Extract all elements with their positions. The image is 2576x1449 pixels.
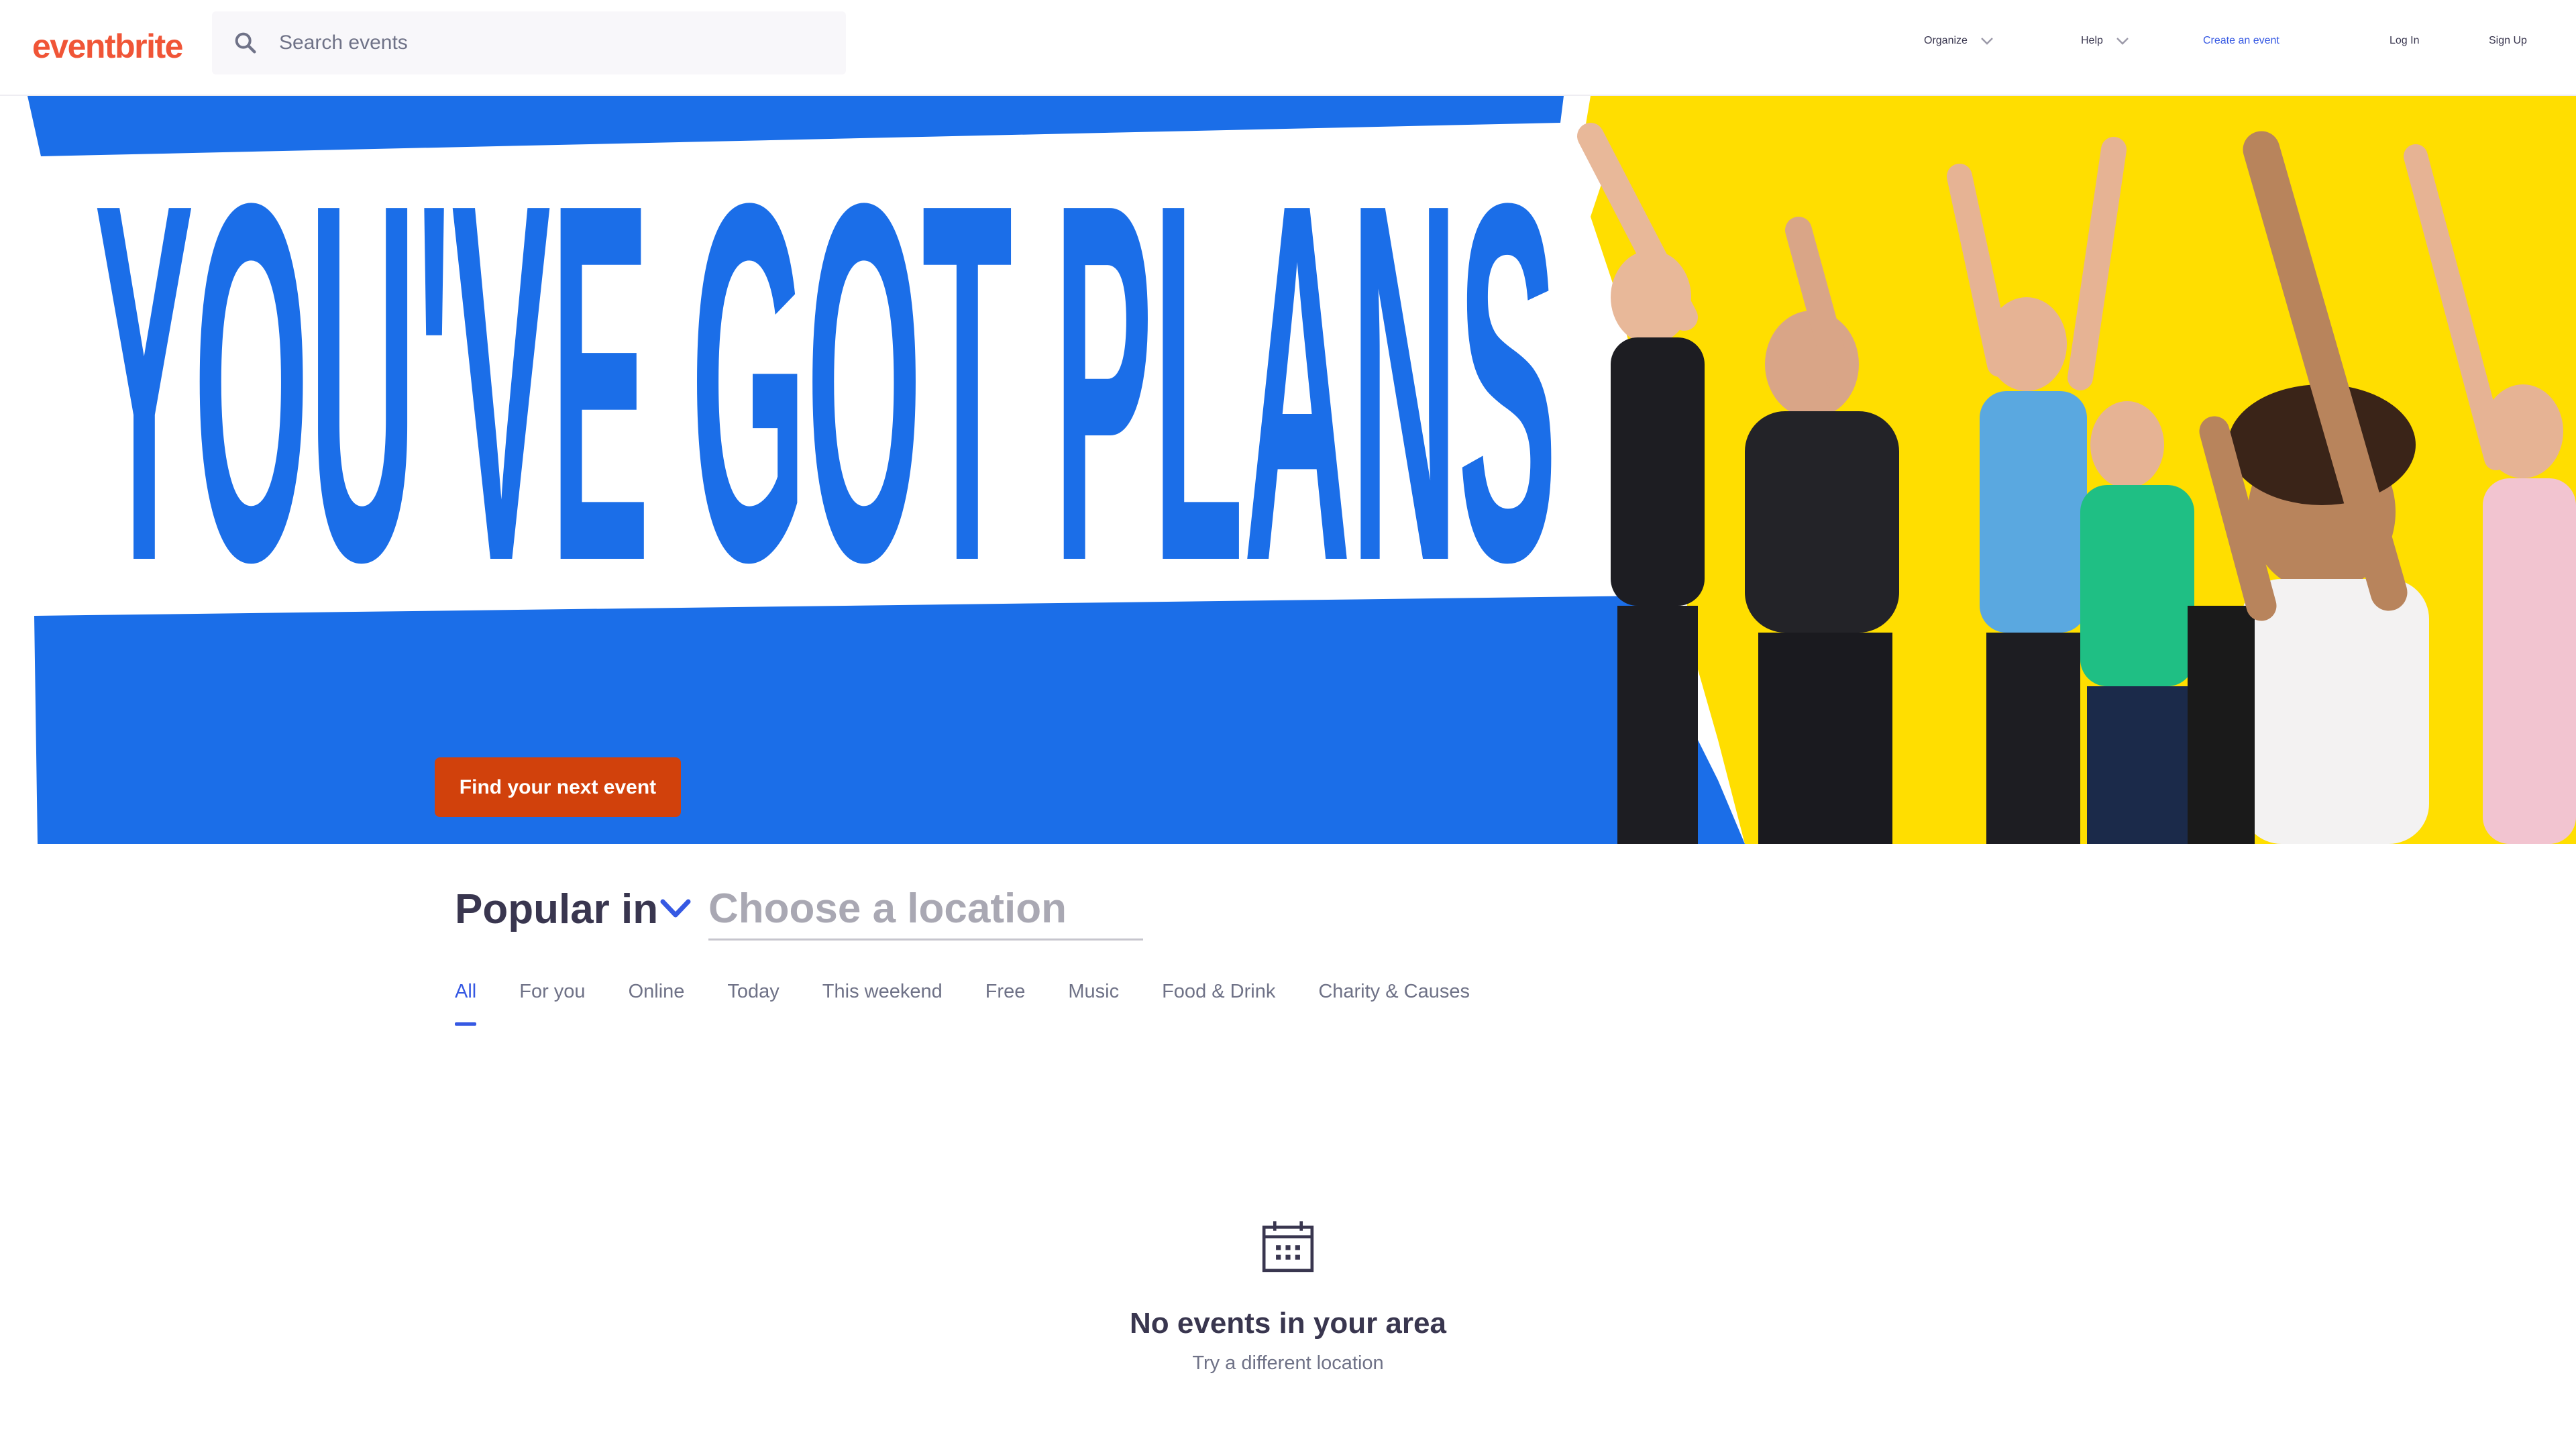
tab-today[interactable]: Today bbox=[727, 981, 779, 1026]
dancers-photo bbox=[1577, 123, 2576, 844]
tab-all[interactable]: All bbox=[455, 981, 477, 1026]
tab-food-drink[interactable]: Food & Drink bbox=[1162, 981, 1275, 1026]
tab-this-weekend[interactable]: This weekend bbox=[822, 981, 943, 1026]
nav-organize-label: Organize bbox=[1924, 35, 1968, 46]
find-next-event-button[interactable]: Find your next event bbox=[435, 757, 681, 817]
chevron-down-icon[interactable] bbox=[659, 898, 692, 920]
tab-online[interactable]: Online bbox=[629, 981, 685, 1026]
tab-music[interactable]: Music bbox=[1068, 981, 1119, 1026]
empty-state: No events in your area Try a different l… bbox=[0, 1218, 2576, 1375]
log-in-link[interactable]: Log In bbox=[2390, 35, 2419, 47]
calendar-icon bbox=[1262, 1221, 1314, 1273]
chevron-down-icon bbox=[1981, 38, 1993, 45]
search-icon bbox=[235, 32, 256, 54]
create-event-link[interactable]: Create an event bbox=[2203, 35, 2279, 47]
search-input[interactable] bbox=[279, 26, 816, 60]
popular-in-heading: Popular in bbox=[455, 886, 659, 932]
nav-help[interactable]: Help bbox=[2081, 35, 2130, 47]
chevron-down-icon bbox=[2116, 38, 2129, 45]
eventbrite-logo[interactable]: eventbrite bbox=[32, 27, 183, 66]
sign-up-link[interactable]: Sign Up bbox=[2489, 35, 2527, 47]
site-header: eventbrite Organize Help Create an event… bbox=[0, 0, 2576, 96]
tab-free[interactable]: Free bbox=[985, 981, 1026, 1026]
search-bar[interactable] bbox=[212, 11, 846, 74]
nav-organize[interactable]: Organize bbox=[1924, 35, 1994, 47]
empty-state-title: No events in your area bbox=[1130, 1307, 1446, 1340]
tab-charity-causes[interactable]: Charity & Causes bbox=[1318, 981, 1470, 1026]
location-input[interactable] bbox=[708, 879, 1143, 941]
empty-state-subtitle: Try a different location bbox=[1192, 1352, 1384, 1374]
hero-headline-text: YOU'VE GOT PLANS bbox=[95, 136, 1557, 646]
nav-help-label: Help bbox=[2081, 35, 2103, 46]
category-tabs: All For you Online Today This weekend Fr… bbox=[455, 981, 1513, 1026]
tab-for-you[interactable]: For you bbox=[519, 981, 585, 1026]
hero-headline: YOU'VE GOT PLANS bbox=[95, 136, 1557, 646]
hero-banner: YOU'VE GOT PLANS Find your next event bbox=[28, 96, 2576, 844]
